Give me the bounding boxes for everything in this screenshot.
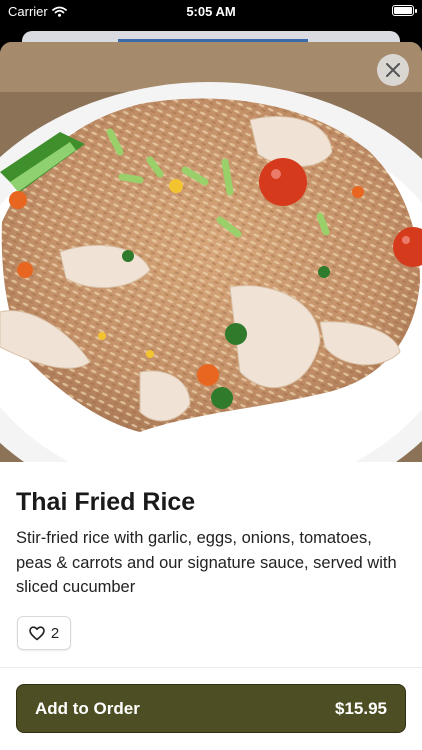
battery-icon bbox=[392, 5, 417, 16]
order-price: $15.95 bbox=[335, 698, 387, 718]
like-count: 2 bbox=[50, 624, 60, 642]
item-description: Stir-fried rice with garlic, eggs, onion… bbox=[16, 529, 397, 596]
close-icon bbox=[386, 63, 400, 77]
add-to-order-button[interactable]: Add to Order $15.95 bbox=[16, 684, 406, 733]
status-time: 5:05 AM bbox=[186, 4, 236, 19]
heart-icon bbox=[29, 625, 45, 640]
divider bbox=[0, 667, 422, 668]
like-button[interactable]: 2 bbox=[17, 616, 71, 650]
item-detail-sheet: Thai Fried Rice Stir-fried rice with gar… bbox=[0, 42, 422, 750]
item-title: Thai Fried Rice bbox=[16, 488, 196, 516]
add-to-order-label: Add to Order bbox=[35, 698, 140, 718]
item-photo bbox=[0, 42, 422, 462]
close-button[interactable] bbox=[377, 54, 409, 86]
status-bar: Carrier 5:05 AM bbox=[0, 0, 422, 26]
